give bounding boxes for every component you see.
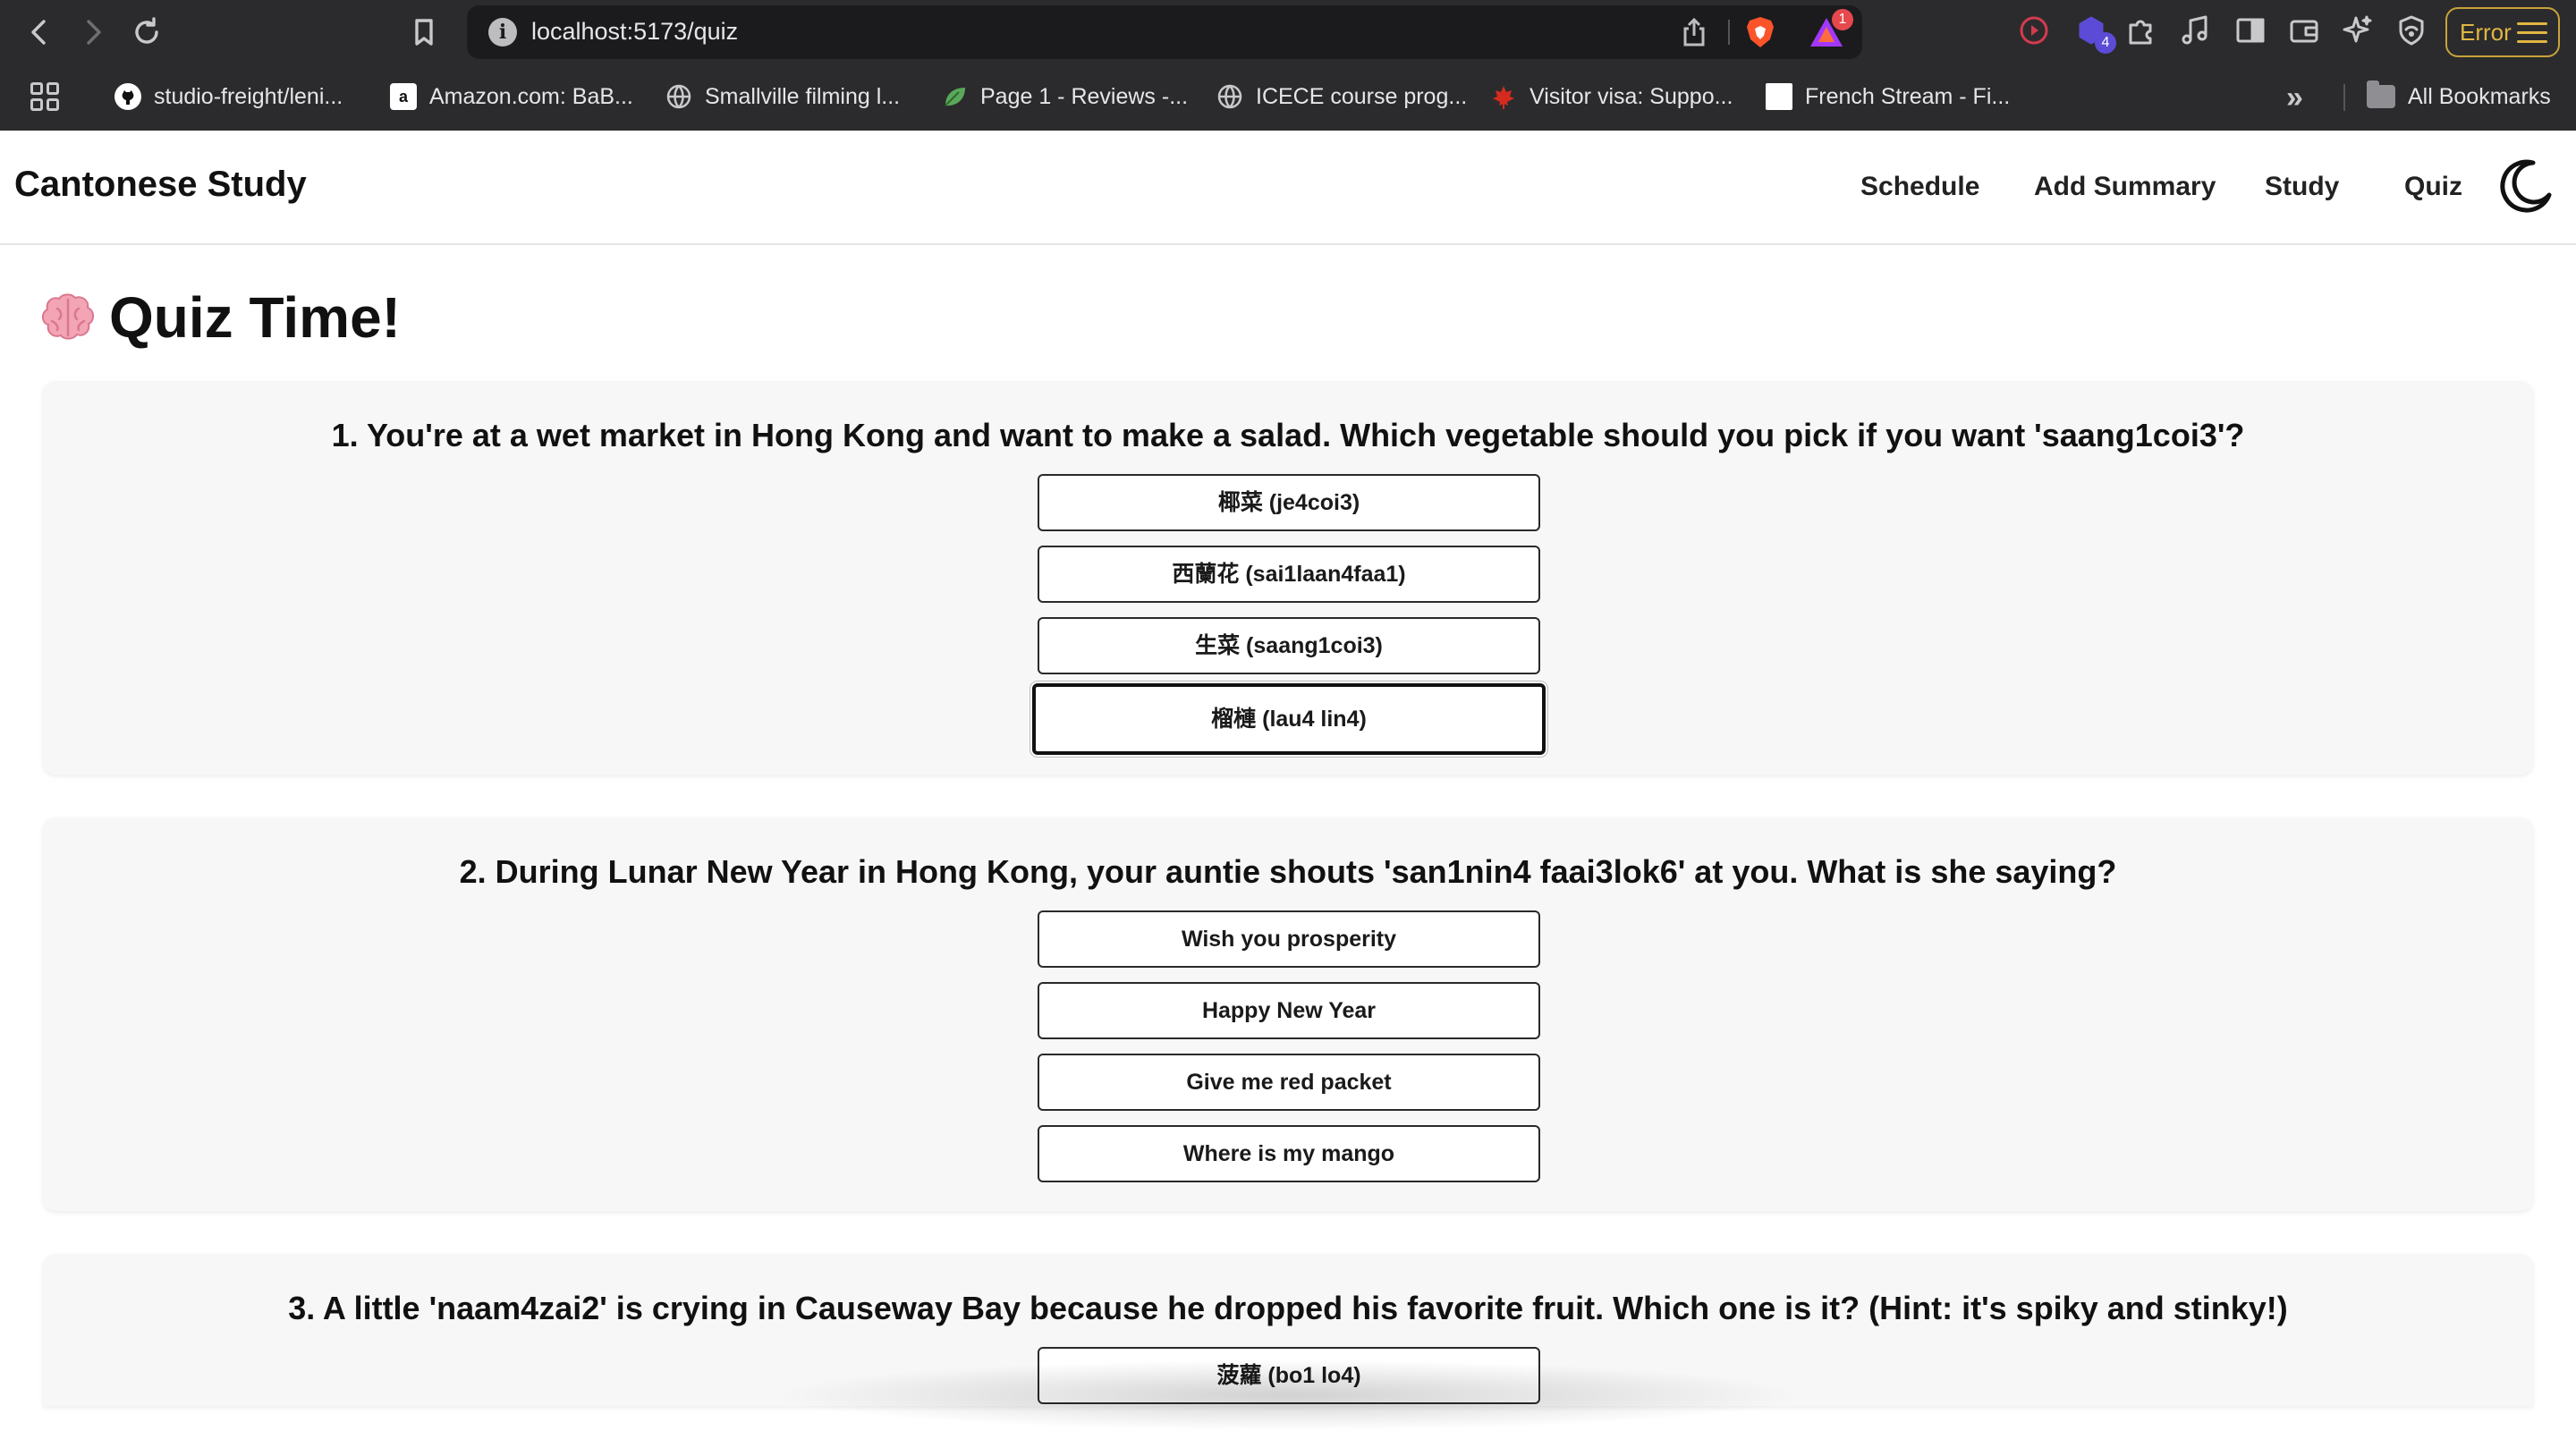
extensions-button[interactable] bbox=[2123, 13, 2163, 52]
question-text: 2. During Lunar New Year in Hong Kong, y… bbox=[459, 853, 2117, 890]
answer-option[interactable]: 生菜 (saang1coi3) bbox=[1038, 617, 1540, 674]
more-bookmarks-chevron-icon[interactable]: » bbox=[2286, 80, 2303, 115]
browser-toolbar: i localhost:5173/quiz 1 4 Error bbox=[0, 0, 2576, 64]
globe-icon bbox=[665, 83, 692, 110]
apps-grid-icon[interactable] bbox=[30, 82, 61, 113]
error-menu-button[interactable]: Error bbox=[2445, 7, 2560, 57]
rewards-badge: 1 bbox=[1832, 9, 1853, 30]
shield-wifi-icon bbox=[2399, 15, 2424, 46]
address-bar[interactable]: i localhost:5173/quiz 1 bbox=[467, 5, 1862, 59]
scroll-shadow bbox=[769, 1359, 1807, 1431]
reload-button[interactable] bbox=[127, 13, 166, 52]
moon-icon bbox=[2500, 159, 2552, 213]
bookmark-label: studio-freight/leni... bbox=[154, 83, 343, 109]
bookmark-label: Visitor visa: Suppo... bbox=[1530, 83, 1733, 109]
nav-link-quiz[interactable]: Quiz bbox=[2404, 172, 2462, 202]
extension-badge: 4 bbox=[2095, 32, 2116, 54]
music-note-icon bbox=[2182, 15, 2207, 45]
bookmark-item[interactable]: studio-freight/leni... bbox=[114, 79, 343, 114]
brand-title[interactable]: Cantonese Study bbox=[14, 165, 307, 205]
question-text: 1. You're at a wet market in Hong Kong a… bbox=[331, 417, 2245, 453]
bookmark-item[interactable]: Smallville filming l... bbox=[665, 79, 900, 114]
share-icon bbox=[1683, 17, 1705, 47]
bookmark-page-button[interactable] bbox=[404, 13, 444, 52]
url-text[interactable]: localhost:5173/quiz bbox=[531, 18, 738, 46]
answer-option[interactable]: Happy New Year bbox=[1038, 982, 1540, 1039]
bookmark-icon bbox=[415, 19, 433, 46]
record-circle-icon bbox=[2020, 16, 2048, 45]
answer-option[interactable]: Where is my mango bbox=[1038, 1125, 1540, 1182]
back-arrow-icon bbox=[31, 20, 46, 45]
bookmark-item[interactable]: French Stream - Fi... bbox=[1766, 79, 2010, 114]
forward-arrow-icon bbox=[87, 20, 101, 45]
bookmark-item[interactable]: Page 1 - Reviews -... bbox=[941, 79, 1188, 114]
bookmarks-bar: studio-freight/leni... a Amazon.com: BaB… bbox=[0, 64, 2576, 131]
browser-chrome: i localhost:5173/quiz 1 4 Error studio-f… bbox=[0, 0, 2576, 131]
bookmarks-divider bbox=[2343, 84, 2345, 111]
media-button[interactable] bbox=[2177, 13, 2216, 52]
blank-page-icon bbox=[1766, 83, 1792, 110]
nav-link-add-summary[interactable]: Add Summary bbox=[2034, 172, 2216, 202]
all-bookmarks-label: All Bookmarks bbox=[2408, 83, 2551, 109]
bookmark-label: French Stream - Fi... bbox=[1805, 83, 2011, 109]
forward-button[interactable] bbox=[73, 13, 113, 52]
back-button[interactable] bbox=[20, 13, 59, 52]
address-bar-divider bbox=[1728, 20, 1730, 45]
answer-option[interactable]: Wish you prosperity bbox=[1038, 910, 1540, 968]
sidebar-icon bbox=[2236, 18, 2265, 43]
bookmark-item[interactable]: Visitor visa: Suppo... bbox=[1490, 79, 1733, 114]
wallet-button[interactable] bbox=[2286, 13, 2326, 52]
bookmark-label: Amazon.com: BaB... bbox=[429, 83, 633, 109]
maple-leaf-icon bbox=[1490, 83, 1517, 110]
all-bookmarks-button[interactable]: All Bookmarks bbox=[2367, 79, 2551, 114]
error-label: Error bbox=[2460, 19, 2512, 46]
reload-icon bbox=[135, 17, 158, 44]
puzzle-icon bbox=[2129, 20, 2152, 45]
folder-icon bbox=[2367, 80, 2395, 108]
bookmark-label: ICECE course prog... bbox=[1256, 83, 1468, 109]
brave-lion-icon bbox=[1747, 17, 1774, 47]
page-title-text: Quiz Time! bbox=[109, 285, 401, 350]
wallet-icon bbox=[2290, 20, 2318, 43]
vpn-button[interactable] bbox=[2394, 13, 2433, 52]
bookmark-label: Page 1 - Reviews -... bbox=[980, 83, 1189, 109]
nav-link-schedule[interactable]: Schedule bbox=[1860, 172, 1979, 202]
globe-icon bbox=[1216, 83, 1243, 110]
brain-icon bbox=[41, 293, 95, 340]
amazon-icon: a bbox=[390, 83, 417, 110]
answer-option[interactable]: 椰菜 (je4coi3) bbox=[1038, 474, 1540, 531]
sidebar-toggle-button[interactable] bbox=[2233, 13, 2272, 52]
hamburger-icon bbox=[2517, 22, 2547, 44]
extension-puzzle-badge-button[interactable]: 4 bbox=[2073, 13, 2116, 54]
brave-rewards-button[interactable]: 1 bbox=[1807, 9, 1853, 50]
leaf-icon bbox=[941, 83, 968, 110]
site-info-icon[interactable]: i bbox=[488, 18, 517, 47]
bookmark-item[interactable]: a Amazon.com: BaB... bbox=[390, 79, 633, 114]
answer-option[interactable]: Give me red packet bbox=[1038, 1054, 1540, 1111]
extension-record-button[interactable] bbox=[2016, 13, 2055, 52]
page-title: Quiz Time! bbox=[39, 284, 401, 351]
bookmark-label: Smallville filming l... bbox=[705, 83, 901, 109]
question-card: 2. During Lunar New Year in Hong Kong, y… bbox=[43, 817, 2533, 1211]
answer-option-focused[interactable]: 榴槤 (lau4 lin4) bbox=[1032, 683, 1546, 755]
app-navbar: Cantonese Study Schedule Add Summary Stu… bbox=[0, 131, 2576, 245]
share-button[interactable] bbox=[1678, 16, 1710, 48]
brave-shields-button[interactable] bbox=[1742, 14, 1778, 50]
github-icon bbox=[114, 83, 141, 110]
nav-link-study[interactable]: Study bbox=[2265, 172, 2339, 202]
sparkle-icon bbox=[2343, 15, 2372, 43]
question-text: 3. A little 'naam4zai2' is crying in Cau… bbox=[288, 1290, 2288, 1326]
bookmark-item[interactable]: ICECE course prog... bbox=[1216, 79, 1467, 114]
question-card: 1. You're at a wet market in Hong Kong a… bbox=[43, 381, 2533, 775]
theme-toggle-button[interactable] bbox=[2497, 157, 2555, 215]
leo-ai-button[interactable] bbox=[2340, 13, 2379, 52]
answer-option[interactable]: 西蘭花 (sai1laan4faa1) bbox=[1038, 546, 1540, 603]
